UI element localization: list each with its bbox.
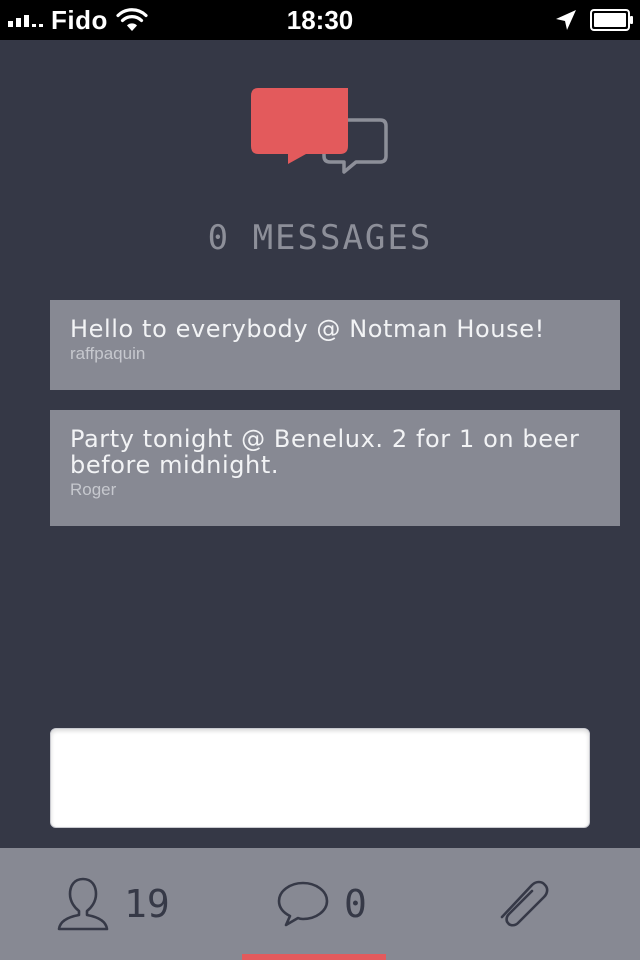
tab-people[interactable]: 19 [56, 848, 170, 960]
speech-bubble-icon [277, 881, 329, 927]
chat-count: 0 [344, 882, 367, 926]
tab-bar: 19 0 [0, 848, 640, 960]
message-card[interactable]: Party tonight @ Benelux. 2 for 1 on beer… [50, 410, 620, 526]
message-count: 0 MESSAGES [207, 218, 433, 258]
message-card[interactable]: Hello to everybody @ Notman House! raffp… [50, 300, 620, 390]
message-author: Roger [70, 480, 117, 499]
status-right [554, 0, 634, 40]
message-text: Party tonight @ Benelux. 2 for 1 on beer… [70, 425, 580, 479]
location-arrow-icon [556, 10, 576, 30]
battery-icon [590, 9, 633, 31]
paperclip-icon [500, 880, 549, 927]
tab-chat[interactable]: 0 [276, 848, 367, 960]
status-time: 18:30 [286, 5, 354, 35]
message-input[interactable] [50, 728, 590, 828]
chat-bubbles-icon [251, 88, 388, 174]
tab-attach[interactable] [496, 848, 552, 960]
status-bar: Fido 18:30 [0, 0, 640, 40]
people-count: 19 [124, 882, 170, 926]
message-author: raffpaquin [70, 344, 146, 363]
selected-tab-indicator [242, 954, 386, 960]
message-text: Hello to everybody @ Notman House! [70, 315, 545, 343]
person-icon [57, 877, 109, 931]
